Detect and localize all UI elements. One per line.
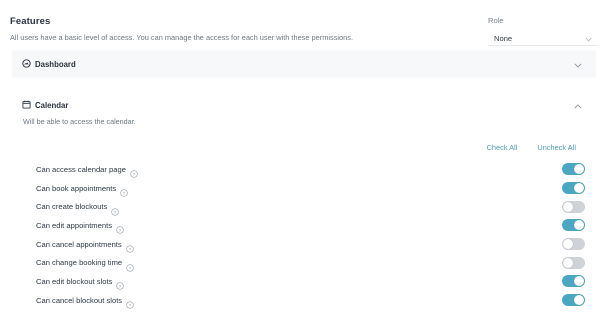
permission-toggle[interactable] <box>562 182 585 195</box>
svg-text:?: ? <box>128 247 131 253</box>
permission-row: Can edit blockout slots ? <box>36 272 586 291</box>
help-icon[interactable]: ? <box>111 203 120 215</box>
svg-text:?: ? <box>114 209 117 215</box>
help-icon[interactable]: ? <box>116 277 125 290</box>
permission-label: Can change booking time <box>36 258 123 268</box>
permission-toggle[interactable] <box>562 275 585 288</box>
help-icon[interactable]: ? <box>126 259 134 272</box>
svg-text:?: ? <box>129 303 132 309</box>
check-all-button[interactable]: Check All <box>487 143 518 152</box>
permission-toggle[interactable] <box>562 163 585 176</box>
permission-label: Can edit appointments <box>36 220 112 230</box>
permission-label: Can edit blockout slots <box>36 276 113 286</box>
permission-row: Can create blockouts ? <box>36 197 586 216</box>
permission-row: Can cancel blockout slots ? <box>36 291 586 310</box>
permission-row: Can access calendar page ? <box>36 160 586 179</box>
role-label: Role <box>488 16 504 25</box>
chevron-down-icon <box>585 29 592 47</box>
role-select-value: None <box>494 33 513 43</box>
features-header: Features All users have a basic level of… <box>10 16 480 42</box>
toggle-knob <box>574 220 584 231</box>
help-icon[interactable]: ? <box>130 165 138 178</box>
permission-label: Can cancel appointments <box>36 239 122 249</box>
permission-row: Can change booking time ? <box>36 253 586 272</box>
chevron-down-icon[interactable] <box>574 55 582 73</box>
section-calendar: Calendar Will be able to access the cale… <box>12 88 596 130</box>
toggle-knob <box>563 201 573 212</box>
help-icon[interactable]: ? <box>126 240 134 253</box>
permission-row: Can cancel appointments ? <box>36 235 586 254</box>
section-dashboard-title: Dashboard <box>35 59 76 69</box>
uncheck-all-button[interactable]: Uncheck All <box>537 143 576 152</box>
permission-toggle[interactable] <box>562 256 585 269</box>
section-dashboard[interactable]: Dashboard <box>12 50 596 78</box>
dashboard-gauge-icon <box>22 55 31 73</box>
help-icon[interactable]: ? <box>116 221 124 234</box>
help-icon[interactable]: ? <box>120 184 128 197</box>
toggle-knob <box>563 257 573 268</box>
bulk-actions: Check All Uncheck All <box>487 143 576 152</box>
permission-row: Can book appointments ? <box>36 179 586 198</box>
section-calendar-header[interactable]: Calendar <box>22 96 68 114</box>
toggle-knob <box>574 183 584 194</box>
svg-text:?: ? <box>119 228 122 234</box>
toggle-knob <box>574 276 584 287</box>
permission-label: Can book appointments <box>36 183 117 193</box>
svg-text:?: ? <box>133 172 136 178</box>
page-description: All users have a basic level of access. … <box>10 33 354 42</box>
permission-list: Can access calendar page ? Can book appo… <box>36 160 586 310</box>
permission-row: Can edit appointments ? <box>36 216 586 235</box>
help-icon[interactable]: ? <box>126 296 134 309</box>
permission-toggle[interactable] <box>562 200 585 213</box>
toggle-knob <box>563 239 573 250</box>
page-title: Features <box>10 16 51 27</box>
svg-text:?: ? <box>123 191 126 197</box>
role-field: Role None <box>488 16 598 46</box>
calendar-icon <box>22 96 31 114</box>
chevron-up-icon[interactable] <box>574 96 582 114</box>
permission-label: Can access calendar page <box>36 164 126 174</box>
role-select[interactable]: None <box>488 31 598 46</box>
permission-label: Can create blockouts <box>36 202 108 212</box>
section-calendar-description: Will be able to access the calendar. <box>23 117 136 126</box>
toggle-knob <box>574 164 584 175</box>
section-calendar-title: Calendar <box>35 100 69 110</box>
svg-text:?: ? <box>119 284 122 290</box>
svg-text:?: ? <box>129 266 132 272</box>
permission-label: Can cancel blockout slots <box>36 295 123 305</box>
permission-toggle[interactable] <box>562 219 585 232</box>
permission-toggle[interactable] <box>562 238 585 251</box>
toggle-knob <box>574 295 584 306</box>
permission-toggle[interactable] <box>562 294 585 307</box>
